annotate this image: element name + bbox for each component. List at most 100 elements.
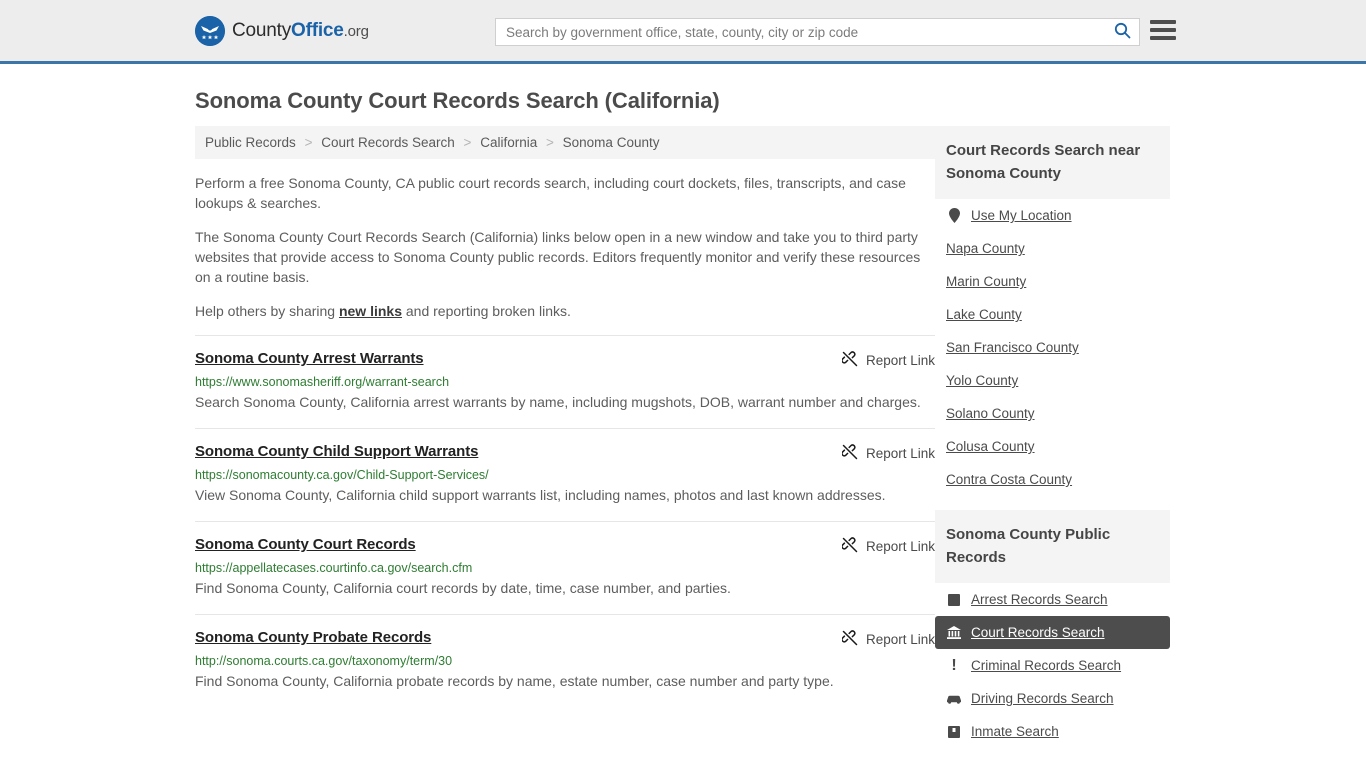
sidebar-link-label[interactable]: Inmate Search xyxy=(971,724,1059,739)
hamburger-bar xyxy=(1150,36,1176,40)
result-description: Find Sonoma County, California probate r… xyxy=(195,673,834,689)
content-row: Public Records > Court Records Search > … xyxy=(195,126,1171,762)
report-link-label: Report Link xyxy=(865,539,935,554)
result-description: View Sonoma County, California child sup… xyxy=(195,487,886,503)
site-logo[interactable]: CountyOffice.org xyxy=(195,15,369,46)
nearby-panel-heading: Court Records Search near Sonoma County xyxy=(935,126,1170,199)
broken-link-icon xyxy=(841,444,858,463)
intro-text: Perform a free Sonoma County, CA public … xyxy=(195,173,935,321)
result-item: Sonoma County Court Records Report Link … xyxy=(195,521,935,614)
hamburger-bar xyxy=(1150,28,1176,32)
breadcrumb-item-public-records[interactable]: Public Records xyxy=(205,135,296,150)
page-container: Sonoma County Court Records Search (Cali… xyxy=(0,88,1366,762)
sidebar-item-inmate-search[interactable]: Inmate Search xyxy=(935,715,1170,748)
search-button[interactable] xyxy=(1105,19,1139,45)
result-url: http://sonoma.courts.ca.gov/taxonomy/ter… xyxy=(195,654,453,668)
new-links-link[interactable]: new links xyxy=(339,303,402,319)
result-title-link[interactable]: Sonoma County Court Records xyxy=(195,536,416,553)
result-title-link[interactable]: Sonoma County Arrest Warrants xyxy=(195,350,424,367)
sidebar-item-colusa-county[interactable]: Colusa County xyxy=(935,430,1170,463)
report-link-label: Report Link xyxy=(865,353,935,368)
breadcrumb-separator: > xyxy=(304,135,313,150)
report-link-button[interactable]: Report Link xyxy=(841,444,935,463)
result-item: Sonoma County Arrest Warrants Report Lin… xyxy=(195,335,935,428)
intro-paragraph-2: The Sonoma County Court Records Search (… xyxy=(195,229,921,285)
logo-text-office: Office xyxy=(291,19,344,41)
sidebar-link-label[interactable]: Napa County xyxy=(946,241,1025,256)
logo-text-org: .org xyxy=(343,22,369,40)
sidebar-item-criminal-records-search[interactable]: ! Criminal Records Search xyxy=(935,649,1170,682)
result-item: Sonoma County Probate Records Report Lin… xyxy=(195,614,935,707)
public-records-panel: Sonoma County Public Records Arrest Reco… xyxy=(935,510,1170,748)
sidebar-link-label[interactable]: Lake County xyxy=(946,307,1022,322)
breadcrumb: Public Records > Court Records Search > … xyxy=(195,126,935,159)
map-pin-icon xyxy=(946,208,962,223)
result-description: Search Sonoma County, California arrest … xyxy=(195,394,921,410)
report-link-button[interactable]: Report Link xyxy=(841,630,935,649)
nearby-county-list: Use My Location Napa County Marin County… xyxy=(935,199,1170,496)
broken-link-icon xyxy=(841,351,858,370)
sidebar-link-label[interactable]: Use My Location xyxy=(971,208,1072,223)
eagle-seal-icon xyxy=(195,15,225,46)
sidebar-item-driving-records-search[interactable]: Driving Records Search xyxy=(935,682,1170,715)
intro-p3-after: and reporting broken links. xyxy=(402,303,571,319)
result-header: Sonoma County Probate Records Report Lin… xyxy=(195,629,935,649)
sidebar-link-label[interactable]: San Francisco County xyxy=(946,340,1079,355)
main-column: Public Records > Court Records Search > … xyxy=(195,126,935,707)
breadcrumb-separator: > xyxy=(546,135,554,150)
result-title-link[interactable]: Sonoma County Child Support Warrants xyxy=(195,443,478,460)
sidebar-item-napa-county[interactable]: Napa County xyxy=(935,232,1170,265)
sidebar-link-label[interactable]: Driving Records Search xyxy=(971,691,1114,706)
sidebar-item-san-francisco-county[interactable]: San Francisco County xyxy=(935,331,1170,364)
broken-link-icon xyxy=(841,537,858,556)
result-title-link[interactable]: Sonoma County Probate Records xyxy=(195,629,431,646)
result-header: Sonoma County Arrest Warrants Report Lin… xyxy=(195,350,935,370)
fingerprint-icon xyxy=(946,593,962,606)
report-link-label: Report Link xyxy=(865,632,935,647)
report-link-label: Report Link xyxy=(865,446,935,461)
intro-paragraph-3: Help others by sharing new links and rep… xyxy=(195,301,935,321)
breadcrumb-item-california[interactable]: California xyxy=(480,135,537,150)
report-link-button[interactable]: Report Link xyxy=(841,351,935,370)
broken-link-icon xyxy=(841,630,858,649)
sidebar-item-lake-county[interactable]: Lake County xyxy=(935,298,1170,331)
hamburger-bar xyxy=(1150,20,1176,24)
logo-wordmark: CountyOffice.org xyxy=(232,20,369,42)
result-header: Sonoma County Court Records Report Link xyxy=(195,536,935,556)
sidebar-item-yolo-county[interactable]: Yolo County xyxy=(935,364,1170,397)
sidebar-link-label[interactable]: Court Records Search xyxy=(971,625,1105,640)
jail-icon xyxy=(946,725,962,738)
result-url: https://www.sonomasheriff.org/warrant-se… xyxy=(195,375,450,389)
car-icon xyxy=(946,694,962,704)
sidebar-link-label[interactable]: Marin County xyxy=(946,274,1026,289)
hamburger-menu-icon[interactable] xyxy=(1150,19,1176,41)
page-title: Sonoma County Court Records Search (Cali… xyxy=(195,88,720,113)
sidebar-item-use-my-location[interactable]: Use My Location xyxy=(935,199,1170,232)
report-link-button[interactable]: Report Link xyxy=(841,537,935,556)
sidebar-link-label[interactable]: Yolo County xyxy=(946,373,1018,388)
sidebar-item-contra-costa-county[interactable]: Contra Costa County xyxy=(935,463,1170,496)
sidebar: Court Records Search near Sonoma County … xyxy=(935,126,1170,762)
sidebar-link-label[interactable]: Solano County xyxy=(946,406,1035,421)
result-url: https://appellatecases.courtinfo.ca.gov/… xyxy=(195,561,473,575)
result-header: Sonoma County Child Support Warrants Rep… xyxy=(195,443,935,463)
sidebar-item-marin-county[interactable]: Marin County xyxy=(935,265,1170,298)
search-input[interactable] xyxy=(496,19,1105,45)
breadcrumb-item-court-records-search[interactable]: Court Records Search xyxy=(321,135,455,150)
sidebar-link-label[interactable]: Colusa County xyxy=(946,439,1035,454)
public-records-panel-heading: Sonoma County Public Records xyxy=(935,510,1170,583)
sidebar-link-label[interactable]: Criminal Records Search xyxy=(971,658,1121,673)
result-url: https://sonomacounty.ca.gov/Child-Suppor… xyxy=(195,468,489,482)
sidebar-link-label[interactable]: Arrest Records Search xyxy=(971,592,1108,607)
sidebar-item-solano-county[interactable]: Solano County xyxy=(935,397,1170,430)
intro-p3-before: Help others by sharing xyxy=(195,303,339,319)
sidebar-link-label[interactable]: Contra Costa County xyxy=(946,472,1072,487)
sidebar-item-court-records-search[interactable]: Court Records Search xyxy=(935,616,1170,649)
courthouse-icon xyxy=(946,626,962,639)
result-description: Find Sonoma County, California court rec… xyxy=(195,580,731,596)
sidebar-item-arrest-records-search[interactable]: Arrest Records Search xyxy=(935,583,1170,616)
intro-paragraph-1: Perform a free Sonoma County, CA public … xyxy=(195,175,906,211)
search-bar[interactable] xyxy=(495,18,1140,46)
logo-text-county: County xyxy=(232,19,292,41)
breadcrumb-item-sonoma-county[interactable]: Sonoma County xyxy=(563,135,660,150)
